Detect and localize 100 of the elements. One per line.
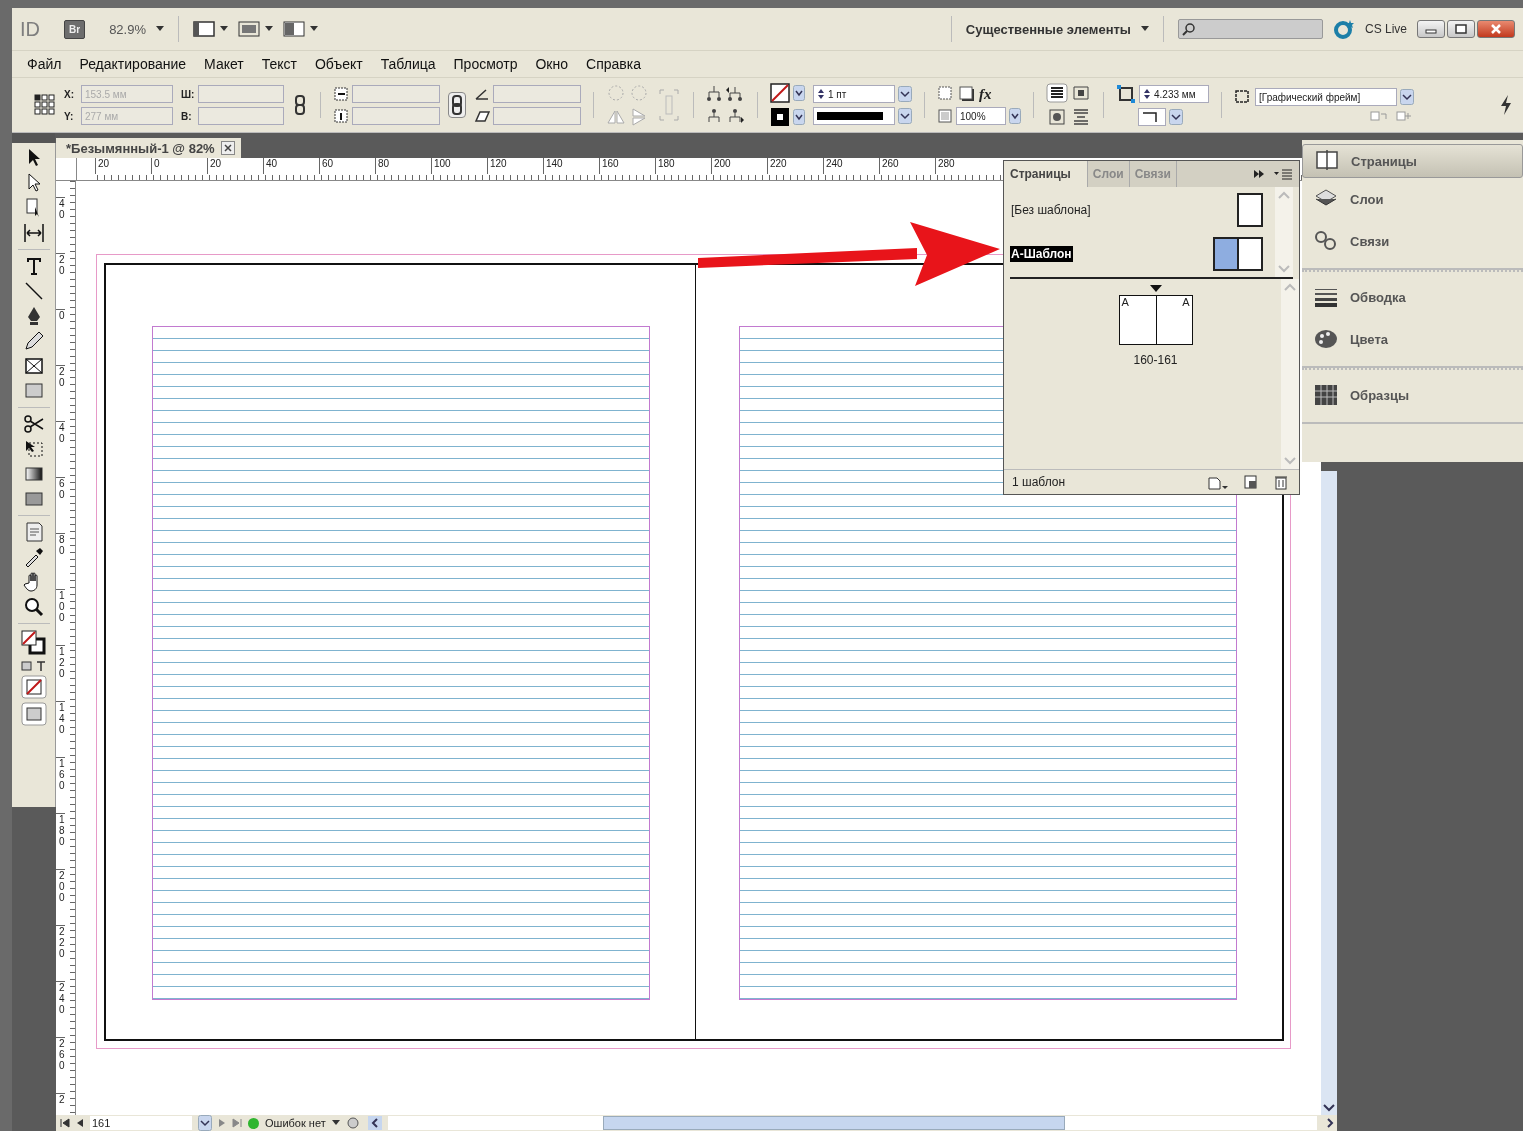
vertical-scrollbar[interactable] bbox=[1321, 471, 1337, 1115]
dropdown-icon[interactable] bbox=[1009, 108, 1021, 124]
preflight-status[interactable]: Ошибок нет bbox=[265, 1117, 326, 1129]
bridge-button[interactable]: Br bbox=[64, 19, 86, 39]
collapse-panel-icon[interactable] bbox=[1253, 169, 1265, 179]
line-tool-icon[interactable] bbox=[22, 280, 45, 302]
panel-tab[interactable]: Страницы bbox=[1004, 161, 1088, 187]
dock-panel-button[interactable]: Образцы bbox=[1302, 374, 1523, 416]
master-thumbnail[interactable] bbox=[1237, 193, 1263, 227]
horizontal-scrollbar[interactable] bbox=[387, 1116, 1317, 1130]
caret-icon[interactable] bbox=[156, 26, 164, 32]
constrain-proportions-icon[interactable] bbox=[292, 94, 308, 116]
no-wrap-icon[interactable] bbox=[1046, 83, 1068, 103]
corner-options-icon[interactable] bbox=[1116, 84, 1136, 104]
dropdown-icon[interactable] bbox=[898, 86, 912, 102]
last-page-icon[interactable] bbox=[232, 1118, 242, 1128]
menu-item[interactable]: Редактирование bbox=[70, 56, 196, 72]
caret-icon[interactable] bbox=[331, 1120, 340, 1126]
stroke-type-field[interactable] bbox=[813, 107, 895, 125]
toolbar-grip[interactable] bbox=[12, 133, 55, 143]
caret-icon[interactable] bbox=[310, 26, 318, 32]
menu-item[interactable]: Справка bbox=[577, 56, 650, 72]
height-field[interactable] bbox=[198, 107, 284, 125]
zoom-tool-icon[interactable] bbox=[22, 596, 45, 618]
menu-item[interactable]: Файл bbox=[18, 56, 71, 72]
wrap-shape-icon[interactable] bbox=[1046, 107, 1068, 127]
rotate-angle-icon[interactable] bbox=[474, 86, 490, 102]
caret-icon[interactable] bbox=[1140, 26, 1149, 32]
shear-field[interactable] bbox=[493, 107, 581, 125]
page-size-icon[interactable] bbox=[1207, 474, 1229, 490]
panel-menu-icon[interactable] bbox=[1273, 168, 1293, 180]
scale-x-icon[interactable] bbox=[333, 86, 349, 102]
apply-none-icon[interactable] bbox=[20, 675, 47, 699]
minimize-button[interactable] bbox=[1417, 20, 1445, 38]
gap-tool-icon[interactable] bbox=[22, 222, 45, 244]
arrange-documents-icon[interactable] bbox=[283, 20, 305, 38]
dock-panel-button[interactable]: Слои bbox=[1302, 178, 1523, 220]
caret-icon[interactable] bbox=[220, 26, 228, 32]
menu-item[interactable]: Объект bbox=[305, 56, 372, 72]
new-page-icon[interactable] bbox=[1243, 474, 1259, 490]
dropdown-icon[interactable] bbox=[1169, 109, 1183, 125]
close-tab-button[interactable] bbox=[220, 141, 235, 155]
cs-live-link[interactable]: CS Live bbox=[1364, 22, 1407, 36]
menu-item[interactable]: Текст bbox=[252, 56, 306, 72]
dropdown-icon[interactable] bbox=[793, 109, 805, 125]
preflight-menu-icon[interactable] bbox=[345, 1116, 362, 1130]
fill-stroke-icon[interactable] bbox=[19, 629, 48, 657]
screen-mode-icon[interactable] bbox=[238, 20, 260, 38]
scale-y-field[interactable] bbox=[352, 107, 440, 125]
dropdown-icon[interactable] bbox=[1400, 89, 1414, 105]
scale-y-icon[interactable] bbox=[333, 108, 349, 124]
dock-panel-button[interactable]: Цвета bbox=[1302, 318, 1523, 360]
dock-panel-button[interactable]: Обводка bbox=[1302, 276, 1523, 318]
dock-panel-button[interactable]: Связи bbox=[1302, 220, 1523, 262]
menu-item[interactable]: Макет bbox=[195, 56, 253, 72]
opacity-icon[interactable] bbox=[937, 108, 953, 124]
fill-swatch-icon[interactable] bbox=[770, 107, 790, 127]
cs-live-icon[interactable] bbox=[1332, 18, 1355, 40]
screen-mode-icon[interactable] bbox=[20, 702, 47, 726]
master-page-item[interactable]: А-Шаблон bbox=[1010, 246, 1073, 262]
object-style-icon[interactable] bbox=[1234, 89, 1252, 105]
first-page-icon[interactable] bbox=[60, 1118, 70, 1128]
search-field[interactable] bbox=[1177, 19, 1323, 39]
rotation-field[interactable] bbox=[493, 85, 581, 103]
dock-panel-button[interactable]: Страницы bbox=[1302, 144, 1523, 178]
wrap-bounding-icon[interactable] bbox=[1071, 83, 1091, 103]
scale-x-field[interactable] bbox=[352, 85, 440, 103]
maximize-button[interactable] bbox=[1447, 20, 1475, 38]
previous-page-icon[interactable] bbox=[76, 1118, 84, 1128]
scroll-left-icon[interactable] bbox=[367, 1116, 382, 1130]
link-button[interactable] bbox=[448, 92, 466, 118]
view-options-icon[interactable] bbox=[193, 20, 215, 38]
frame-tool-icon[interactable] bbox=[22, 355, 45, 377]
stroke-swatch-icon[interactable] bbox=[770, 83, 790, 103]
trash-icon[interactable] bbox=[1273, 474, 1289, 490]
select-content-icon[interactable] bbox=[706, 107, 722, 125]
dropdown-icon[interactable] bbox=[793, 85, 805, 101]
shear-angle-icon[interactable] bbox=[474, 108, 490, 124]
menu-item[interactable]: Таблица bbox=[371, 56, 445, 72]
dropdown-icon[interactable] bbox=[198, 1115, 212, 1131]
zoom-level[interactable]: 82.9% bbox=[109, 21, 146, 37]
select-container-icon[interactable] bbox=[706, 85, 722, 103]
master-thumbnail[interactable] bbox=[1213, 237, 1263, 271]
menu-item[interactable]: Окно bbox=[526, 56, 578, 72]
menu-item[interactable]: Просмотр bbox=[444, 56, 527, 72]
caret-icon[interactable] bbox=[265, 26, 273, 32]
next-page-icon[interactable] bbox=[218, 1118, 226, 1128]
corner-shape-field[interactable] bbox=[1138, 108, 1166, 126]
wrap-jump-icon[interactable] bbox=[1071, 107, 1091, 127]
reference-point-icon[interactable] bbox=[34, 94, 56, 116]
select-previous-icon[interactable] bbox=[725, 85, 745, 103]
master-page-item[interactable]: [Без шаблона] bbox=[1010, 202, 1092, 218]
quick-apply-icon[interactable] bbox=[1499, 94, 1513, 116]
pencil-tool-icon[interactable] bbox=[22, 330, 45, 352]
width-field[interactable] bbox=[198, 85, 284, 103]
workspace-switcher[interactable]: Существенные элементы bbox=[965, 21, 1131, 37]
page-number-field[interactable]: 161 bbox=[90, 1116, 192, 1130]
scissors-icon[interactable] bbox=[22, 413, 45, 435]
drop-shadow-icon[interactable] bbox=[958, 85, 976, 103]
dropdown-icon[interactable] bbox=[898, 108, 912, 124]
